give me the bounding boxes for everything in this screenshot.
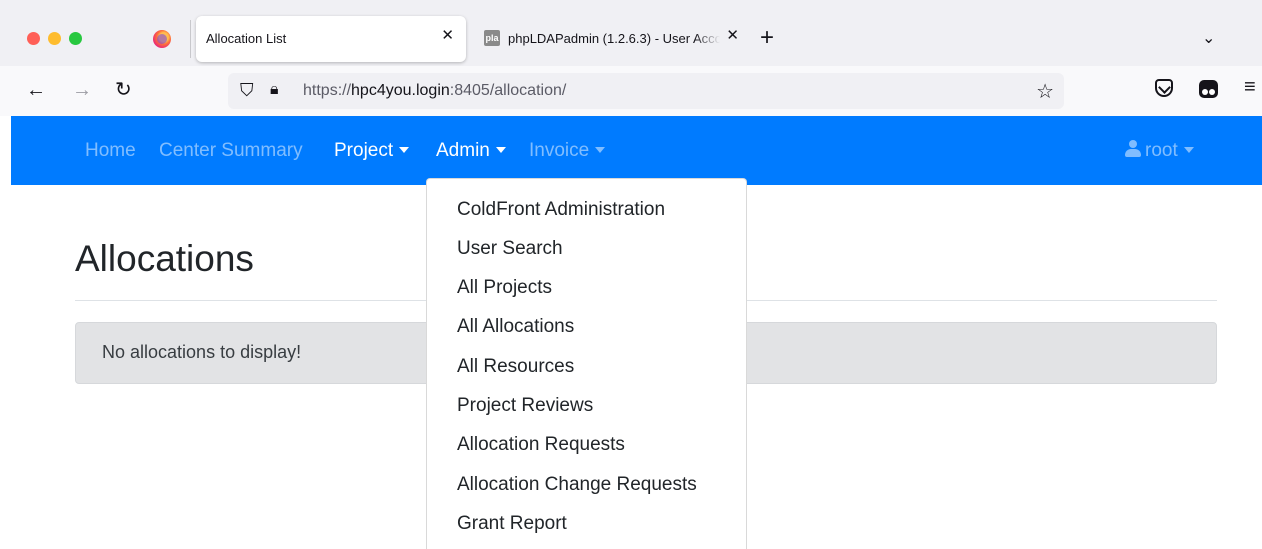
nav-invoice-dropdown[interactable]: Invoice bbox=[529, 139, 606, 163]
url-bar[interactable]: ⛉ 🔒︎ https://hpc4you.login:8405/allocati… bbox=[228, 73, 1064, 109]
tab-separator bbox=[190, 20, 191, 58]
browser-toolbar: ← → ↻ ⛉ 🔒︎ https://hpc4you.login:8405/al… bbox=[0, 66, 1262, 116]
nav-center-summary-link[interactable]: Center Summary bbox=[159, 139, 303, 163]
menu-icon[interactable]: ≡ bbox=[1244, 76, 1256, 99]
nav-user-label: root bbox=[1145, 140, 1178, 161]
lock-icon[interactable]: 🔒︎ bbox=[270, 81, 279, 99]
user-icon bbox=[1125, 140, 1141, 157]
menu-item-all-allocations[interactable]: All Allocations bbox=[457, 315, 574, 339]
caret-down-icon bbox=[595, 147, 606, 153]
list-all-tabs-icon[interactable]: ⌄ bbox=[1202, 28, 1215, 48]
nav-project-dropdown[interactable]: Project bbox=[334, 139, 410, 163]
tab-title: phpLDAPadmin (1.2.6.3) - User Account bbox=[508, 31, 720, 46]
admin-dropdown-menu: ColdFront Administration User Search All… bbox=[426, 178, 747, 549]
page-content: Home Center Summary Project Admin Invoic… bbox=[11, 116, 1262, 549]
nav-home-link[interactable]: Home bbox=[85, 139, 136, 163]
menu-item-allocation-requests[interactable]: Allocation Requests bbox=[457, 433, 625, 457]
firefox-view-icon[interactable] bbox=[153, 30, 171, 48]
nav-user-dropdown[interactable]: root bbox=[1125, 139, 1194, 163]
nav-invoice-label: Invoice bbox=[529, 140, 590, 161]
empty-state-message: No allocations to display! bbox=[102, 342, 302, 362]
star-icon[interactable]: ☆ bbox=[1036, 79, 1054, 104]
pocket-icon[interactable] bbox=[1155, 79, 1173, 97]
menu-item-allocation-change-requests[interactable]: Allocation Change Requests bbox=[457, 473, 697, 497]
url-host: hpc4you.login bbox=[351, 82, 450, 99]
back-arrow-icon[interactable]: ← bbox=[26, 78, 46, 102]
reload-icon[interactable]: ↻ bbox=[115, 78, 132, 102]
tab-phpldapadmin[interactable]: pla phpLDAPadmin (1.2.6.3) - User Accoun… bbox=[478, 16, 743, 62]
nav-project-label: Project bbox=[334, 140, 394, 161]
caret-down-icon bbox=[1183, 147, 1194, 153]
minimize-window-button[interactable] bbox=[48, 32, 61, 45]
tab-title: Allocation List bbox=[206, 31, 287, 46]
menu-item-grant-report[interactable]: Grant Report bbox=[457, 512, 567, 536]
url-text[interactable]: https://hpc4you.login:8405/allocation/ bbox=[303, 82, 566, 100]
caret-down-icon bbox=[495, 147, 506, 153]
menu-item-all-projects[interactable]: All Projects bbox=[457, 276, 552, 300]
app-navbar: Home Center Summary Project Admin Invoic… bbox=[11, 116, 1262, 185]
menu-item-coldfront-administration[interactable]: ColdFront Administration bbox=[457, 198, 665, 222]
tab-close-icon[interactable]: ✕ bbox=[726, 26, 739, 44]
close-window-button[interactable] bbox=[27, 32, 40, 45]
menu-item-all-resources[interactable]: All Resources bbox=[457, 355, 574, 379]
shield-icon[interactable]: ⛉ bbox=[240, 80, 254, 101]
forward-arrow-icon[interactable]: → bbox=[72, 78, 92, 102]
browser-tab-strip: Allocation List ✕ pla phpLDAPadmin (1.2.… bbox=[0, 0, 1262, 66]
url-scheme: https:// bbox=[303, 82, 352, 99]
tab-close-icon[interactable]: ✕ bbox=[441, 26, 454, 44]
new-tab-icon[interactable]: + bbox=[760, 26, 774, 50]
maximize-window-button[interactable] bbox=[69, 32, 82, 45]
nav-admin-dropdown[interactable]: Admin bbox=[436, 139, 506, 163]
page-title: Allocations bbox=[75, 238, 254, 279]
menu-item-project-reviews[interactable]: Project Reviews bbox=[457, 394, 593, 418]
tab-allocation-list[interactable]: Allocation List ✕ bbox=[196, 16, 466, 62]
phpldapadmin-favicon-icon: pla bbox=[484, 30, 500, 46]
caret-down-icon bbox=[399, 147, 410, 153]
url-path: :8405/allocation/ bbox=[449, 82, 567, 99]
menu-item-user-search[interactable]: User Search bbox=[457, 237, 563, 261]
nav-admin-label: Admin bbox=[436, 140, 490, 161]
extension-icon[interactable] bbox=[1199, 80, 1218, 98]
